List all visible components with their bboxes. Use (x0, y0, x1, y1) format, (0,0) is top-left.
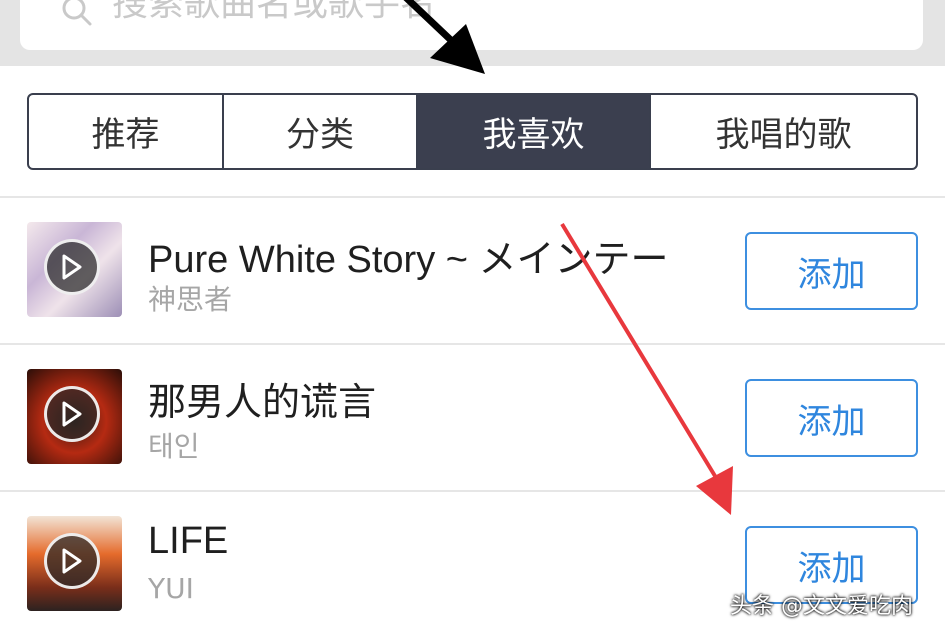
watermark: 头条 @文文爱吃肉 (730, 594, 913, 619)
arrow-annotation (403, 0, 733, 515)
